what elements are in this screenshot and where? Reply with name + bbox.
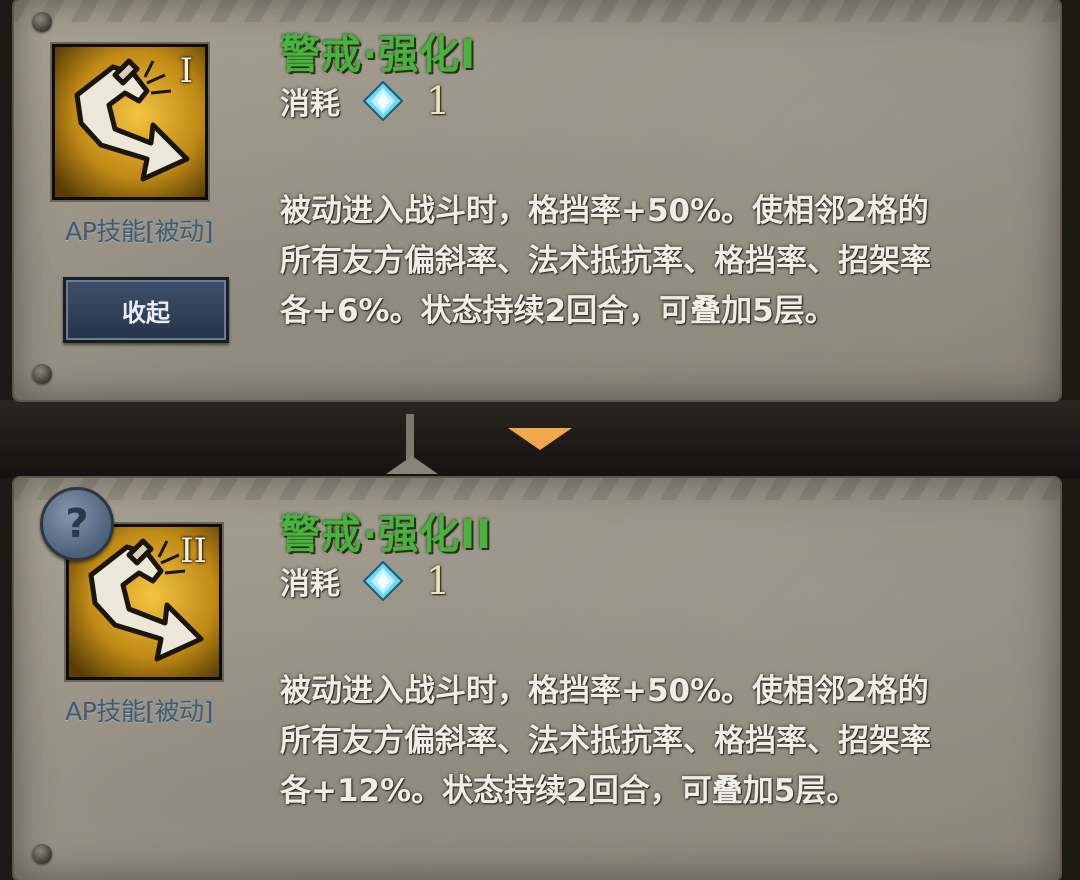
skill-card-1: I AP技能[被动] 收起 警戒·强化I 消耗 1 被动进入战斗时，格挡率+50… (14, 0, 1060, 400)
rivet-bottom-left (32, 364, 52, 384)
cost-row: 消耗 1 (280, 558, 450, 604)
skill-description: 被动进入战斗时，格挡率+50%。使相邻2格的 所有友方偏斜率、法术抵抗率、格挡率… (280, 186, 990, 336)
skill-type-label: AP技能[被动] (65, 697, 213, 726)
skill-name: 警戒·强化I (280, 32, 477, 78)
card-top-ornament (14, 478, 1060, 500)
expand-arrow-icon[interactable] (508, 428, 572, 450)
cost-value: 1 (426, 559, 451, 603)
rivet-bottom-left (32, 844, 52, 864)
description-line: 所有友方偏斜率、法术抵抗率、格挡率、招架率 (280, 723, 931, 759)
divider-peak (386, 456, 438, 474)
cost-row: 消耗 1 (280, 78, 450, 124)
description-line: 被动进入战斗时，格挡率+50%。使相邻2格的 (280, 193, 929, 229)
card-top-ornament (14, 0, 1060, 22)
rivet-top-left (32, 12, 52, 32)
crystal-gem-icon (362, 560, 404, 602)
cost-label: 消耗 (280, 87, 340, 122)
skill-description: 被动进入战斗时，格挡率+50%。使相邻2格的 所有友方偏斜率、法术抵抗率、格挡率… (280, 666, 990, 816)
skill-icon-1: I (52, 44, 208, 200)
cost-value: 1 (426, 79, 451, 123)
cost-label: 消耗 (280, 567, 340, 602)
description-line: 所有友方偏斜率、法术抵抗率、格挡率、招架率 (280, 243, 931, 279)
crystal-gem-icon (362, 80, 404, 122)
description-line: 各+6%。状态持续2回合，可叠加5层。 (280, 293, 836, 329)
skill-level-numeral: I (179, 51, 193, 91)
collapse-button[interactable]: 收起 (63, 277, 229, 343)
help-icon[interactable]: ? (40, 487, 114, 561)
skill-card-2: II AP技能[被动] 警戒·强化II 消耗 1 被动进入战斗时，格挡率+50%… (14, 478, 1060, 880)
skill-name: 警戒·强化II (280, 512, 492, 558)
description-line: 各+12%。状态持续2回合，可叠加5层。 (280, 773, 858, 809)
skill-type-label: AP技能[被动] (65, 217, 213, 246)
skill-level-numeral: II (180, 531, 207, 571)
description-line: 被动进入战斗时，格挡率+50%。使相邻2格的 (280, 673, 929, 709)
